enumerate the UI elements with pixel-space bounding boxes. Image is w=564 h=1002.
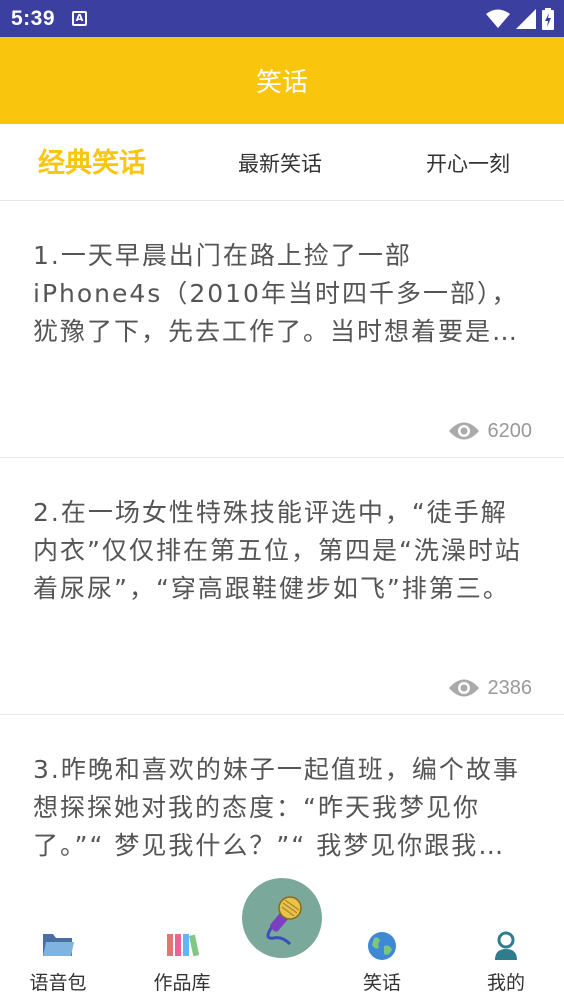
nav-label: 笑话 <box>362 972 401 994</box>
tab-happy-moment[interactable]: 开心一刻 <box>426 124 510 200</box>
view-count: 6200 <box>448 417 533 445</box>
nav-label: 作品库 <box>153 972 211 994</box>
list-item[interactable]: 1.一天早晨出门在路上捡了一部iPhone4s（2010年当时四千多一部），犹豫… <box>0 201 564 458</box>
nav-mine[interactable]: 我的 <box>451 910 561 1002</box>
nav-voice-pack[interactable]: 语音包 <box>3 910 113 1002</box>
globe-icon <box>368 932 396 960</box>
joke-text: 1.一天早晨出门在路上捡了一部iPhone4s（2010年当时四千多一部），犹豫… <box>33 241 520 346</box>
eye-icon <box>448 422 479 440</box>
status-bar: 5:39 A <box>0 0 564 37</box>
view-count-value: 2386 <box>487 676 533 699</box>
joke-list: 1.一天早晨出门在路上捡了一部iPhone4s（2010年当时四千多一部），犹豫… <box>0 201 564 972</box>
system-icons <box>486 8 554 30</box>
nav-jokes[interactable]: 笑话 <box>327 910 437 1002</box>
view-count-value: 6200 <box>487 419 533 442</box>
nav-works-library[interactable]: 作品库 <box>127 910 237 1002</box>
books-icon <box>167 934 199 957</box>
nav-label: 语音包 <box>29 972 87 994</box>
list-item[interactable]: 2.在一场女性特殊技能评选中，“徒手解内衣”仅仅排在第五位，第四是“洗澡时站着尿… <box>0 458 564 715</box>
nav-label: 我的 <box>486 972 525 994</box>
eye-icon <box>448 679 479 697</box>
page-title: 笑话 <box>255 68 308 98</box>
folder-icon <box>43 934 74 956</box>
tab-bar: 经典笑话 最新笑话 开心一刻 <box>0 124 564 201</box>
notification-icon: A <box>72 11 87 26</box>
tab-classic-jokes[interactable]: 经典笑话 <box>38 124 146 200</box>
wifi-icon <box>486 9 510 28</box>
view-count: 2386 <box>448 674 533 702</box>
microphone-icon <box>266 896 302 946</box>
signal-icon <box>516 9 536 29</box>
joke-text: 3.昨晚和喜欢的妹子一起值班，编个故事想探探她对我的态度：“昨天我梦见你了。”“… <box>33 755 520 860</box>
battery-icon <box>542 8 554 30</box>
person-icon <box>495 931 517 960</box>
app-bar: 笑话 <box>0 37 564 124</box>
status-time: 5:39 <box>11 7 56 30</box>
tab-latest-jokes[interactable]: 最新笑话 <box>238 124 322 200</box>
joke-text: 2.在一场女性特殊技能评选中，“徒手解内衣”仅仅排在第五位，第四是“洗澡时站着尿… <box>33 498 522 603</box>
record-button[interactable] <box>242 878 322 958</box>
